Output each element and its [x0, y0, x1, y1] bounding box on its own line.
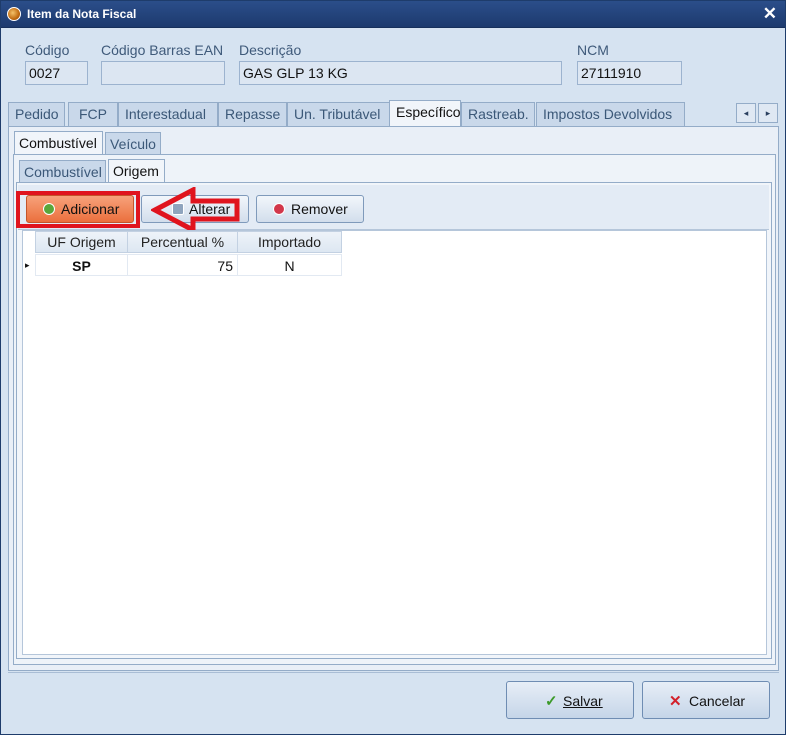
tab-fcp[interactable]: FCP	[68, 102, 118, 127]
tab-interestadual[interactable]: Interestadual	[118, 102, 218, 127]
cell-uf-origem[interactable]: SP	[35, 254, 128, 276]
column-header-importado[interactable]: Importado	[237, 231, 342, 253]
cell-percentual[interactable]: 75	[127, 254, 238, 276]
tab-combustivel-inner[interactable]: Combustível	[19, 160, 106, 184]
tab-scroll-right-icon[interactable]: ▸	[758, 103, 778, 123]
check-icon: ✓	[545, 693, 558, 710]
salvar-label: Salvar	[563, 693, 603, 709]
tab-pedido[interactable]: Pedido	[8, 102, 65, 127]
app-icon	[7, 7, 21, 21]
window-title: Item da Nota Fiscal	[27, 7, 137, 21]
highlight-box	[16, 191, 140, 228]
remover-button[interactable]: Remover	[256, 195, 364, 223]
ncm-label: NCM	[577, 42, 609, 58]
tab-origem[interactable]: Origem	[108, 159, 165, 183]
remover-label: Remover	[291, 201, 348, 217]
x-icon: ✕	[669, 693, 682, 710]
ean-field[interactable]	[101, 61, 225, 85]
tab-impostos-devolvidos[interactable]: Impostos Devolvidos	[536, 102, 685, 127]
descricao-field[interactable]: GAS GLP 13 KG	[239, 61, 562, 85]
ncm-field[interactable]: 27111910	[577, 61, 682, 85]
origem-grid[interactable]: UF Origem Percentual % Importado ▸ SP 75…	[22, 230, 767, 655]
close-icon[interactable]: ✕	[763, 4, 777, 24]
codigo-label: Código	[25, 42, 70, 58]
row-indicator-icon: ▸	[23, 254, 35, 276]
tab-combustivel[interactable]: Combustível	[14, 131, 103, 155]
tab-un-tributavel[interactable]: Un. Tributável	[287, 102, 391, 127]
column-header-uf-origem[interactable]: UF Origem	[35, 231, 128, 253]
title-bar: Item da Nota Fiscal ✕	[1, 1, 785, 28]
cell-importado[interactable]: N	[237, 254, 342, 276]
tab-repasse[interactable]: Repasse	[218, 102, 287, 127]
highlight-arrow-icon	[151, 187, 240, 233]
descricao-label: Descrição	[239, 42, 302, 58]
cancelar-label: Cancelar	[689, 693, 746, 709]
tab-especifico[interactable]: Específico	[389, 100, 461, 127]
cancelar-button[interactable]: ✕ Cancelar	[642, 681, 770, 719]
tab-rastreab[interactable]: Rastreab.	[461, 102, 535, 127]
tab-scroll-left-icon[interactable]: ◂	[736, 103, 756, 123]
minus-circle-icon	[273, 203, 285, 215]
tab-veiculo[interactable]: Veículo	[105, 132, 161, 156]
salvar-button[interactable]: ✓ Salvar	[506, 681, 634, 719]
column-header-percentual[interactable]: Percentual %	[127, 231, 238, 253]
ean-label: Código Barras EAN	[101, 42, 224, 58]
codigo-field[interactable]: 0027	[25, 61, 88, 85]
dialog-window: Item da Nota Fiscal ✕ Código 0027 Código…	[0, 0, 786, 735]
